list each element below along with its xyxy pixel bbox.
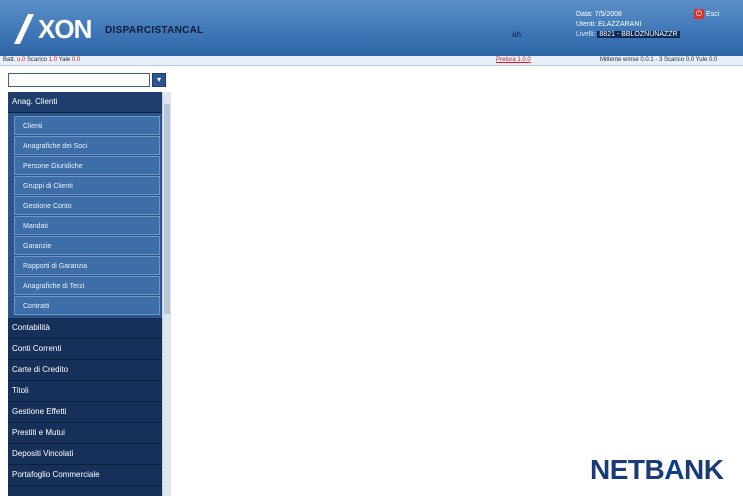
info-level-label: Livelli: [576, 31, 596, 38]
app-logo: XON [38, 14, 92, 44]
status-label-b: Scarico [25, 57, 49, 63]
status-value-b: 1.0 [48, 57, 58, 63]
info-level-value: 8821 - BBLOZNUNAZZR [597, 31, 680, 38]
sidebar-section[interactable]: Depositi Vincolati [8, 444, 162, 465]
brand-mid: A [664, 454, 684, 485]
search-dropdown-button[interactable]: ▾ [152, 73, 166, 87]
sidebar-section[interactable]: Titoli [8, 381, 162, 402]
sidebar-subitem[interactable]: Persone Giuridiche [14, 156, 160, 175]
status-value-c: 0.0 [71, 57, 81, 63]
status-label-a: Batt. [3, 57, 16, 63]
power-icon: ⏻ [694, 9, 704, 19]
search-input[interactable] [8, 73, 150, 87]
sidebar-section[interactable]: Carte di Credito [8, 360, 162, 381]
sidebar-submenu: Clienti Anagrafiche dei Soci Persone Giu… [8, 113, 162, 318]
sidebar-subitem[interactable]: Mandati [14, 216, 160, 235]
sidebar-subitem[interactable]: Rapporti di Garanzia [14, 256, 160, 275]
info-level: Livelli: 8821 - BBLOZNUNAZZR [576, 30, 680, 40]
status-right: Mittente wmse 0.0.1 - 3 Scarico 0.0 Yule… [600, 57, 718, 63]
arrow-down-icon: ▾ [156, 75, 161, 84]
status-middle-link[interactable]: Pretura 1.0.0 [496, 56, 531, 65]
scrollbar-thumb[interactable] [164, 104, 170, 314]
session-info: Data: 7/5/2008 Utenti: ELAZZARANI Livell… [576, 10, 680, 40]
sidebar-subitem[interactable]: Clienti [14, 116, 160, 135]
sidebar-section[interactable]: Portafoglio Commerciale [8, 465, 162, 486]
sidebar-section[interactable]: Conti Correnti [8, 339, 162, 360]
header-mark: ah [512, 30, 521, 39]
exit-button[interactable]: ⏻ Esci [694, 9, 719, 19]
sidebar-subitem[interactable]: Anagrafiche di Terzi [14, 276, 160, 295]
sidebar-scrollbar[interactable] [162, 92, 171, 496]
sidebar-subitem[interactable]: Contratti [14, 296, 160, 315]
status-label-c: Yale [57, 57, 71, 63]
sidebar-subitem[interactable]: Anagrafiche dei Soci [14, 136, 160, 155]
status-left: Batt. u.0 Scarico 1.0 Yale 0.0 [3, 56, 80, 65]
sidebar-subitem[interactable]: Gestione Conto [14, 196, 160, 215]
company-name: DISPARCISTANCAL [105, 25, 204, 36]
info-date: Data: 7/5/2008 [576, 11, 622, 18]
sidebar-subitem[interactable]: Gruppi di Clienti [14, 176, 160, 195]
info-user: Utenti: ELAZZARANI [576, 21, 642, 28]
status-bar: Batt. u.0 Scarico 1.0 Yale 0.0 Pretura 1… [0, 56, 743, 66]
sidebar-menu: Anag. Clienti Clienti Anagrafiche dei So… [8, 92, 162, 496]
brand-prefix: NETB [590, 454, 665, 485]
brand-suffix: NK [683, 454, 724, 485]
app-header: XON DISPARCISTANCAL ah Data: 7/5/2008 Ut… [0, 0, 743, 56]
sidebar-section[interactable]: Prestiti e Mutui [8, 423, 162, 444]
search-row: ▾ [8, 73, 166, 87]
sidebar-section[interactable]: Gestione Effetti [8, 402, 162, 423]
sidebar-section-anag-clienti[interactable]: Anag. Clienti [8, 92, 162, 113]
exit-label: Esci [706, 10, 720, 18]
netbank-logo: NETBANK [590, 454, 724, 486]
sidebar-section[interactable]: Contabilità [8, 318, 162, 339]
sidebar-subitem[interactable]: Garanzie [14, 236, 160, 255]
